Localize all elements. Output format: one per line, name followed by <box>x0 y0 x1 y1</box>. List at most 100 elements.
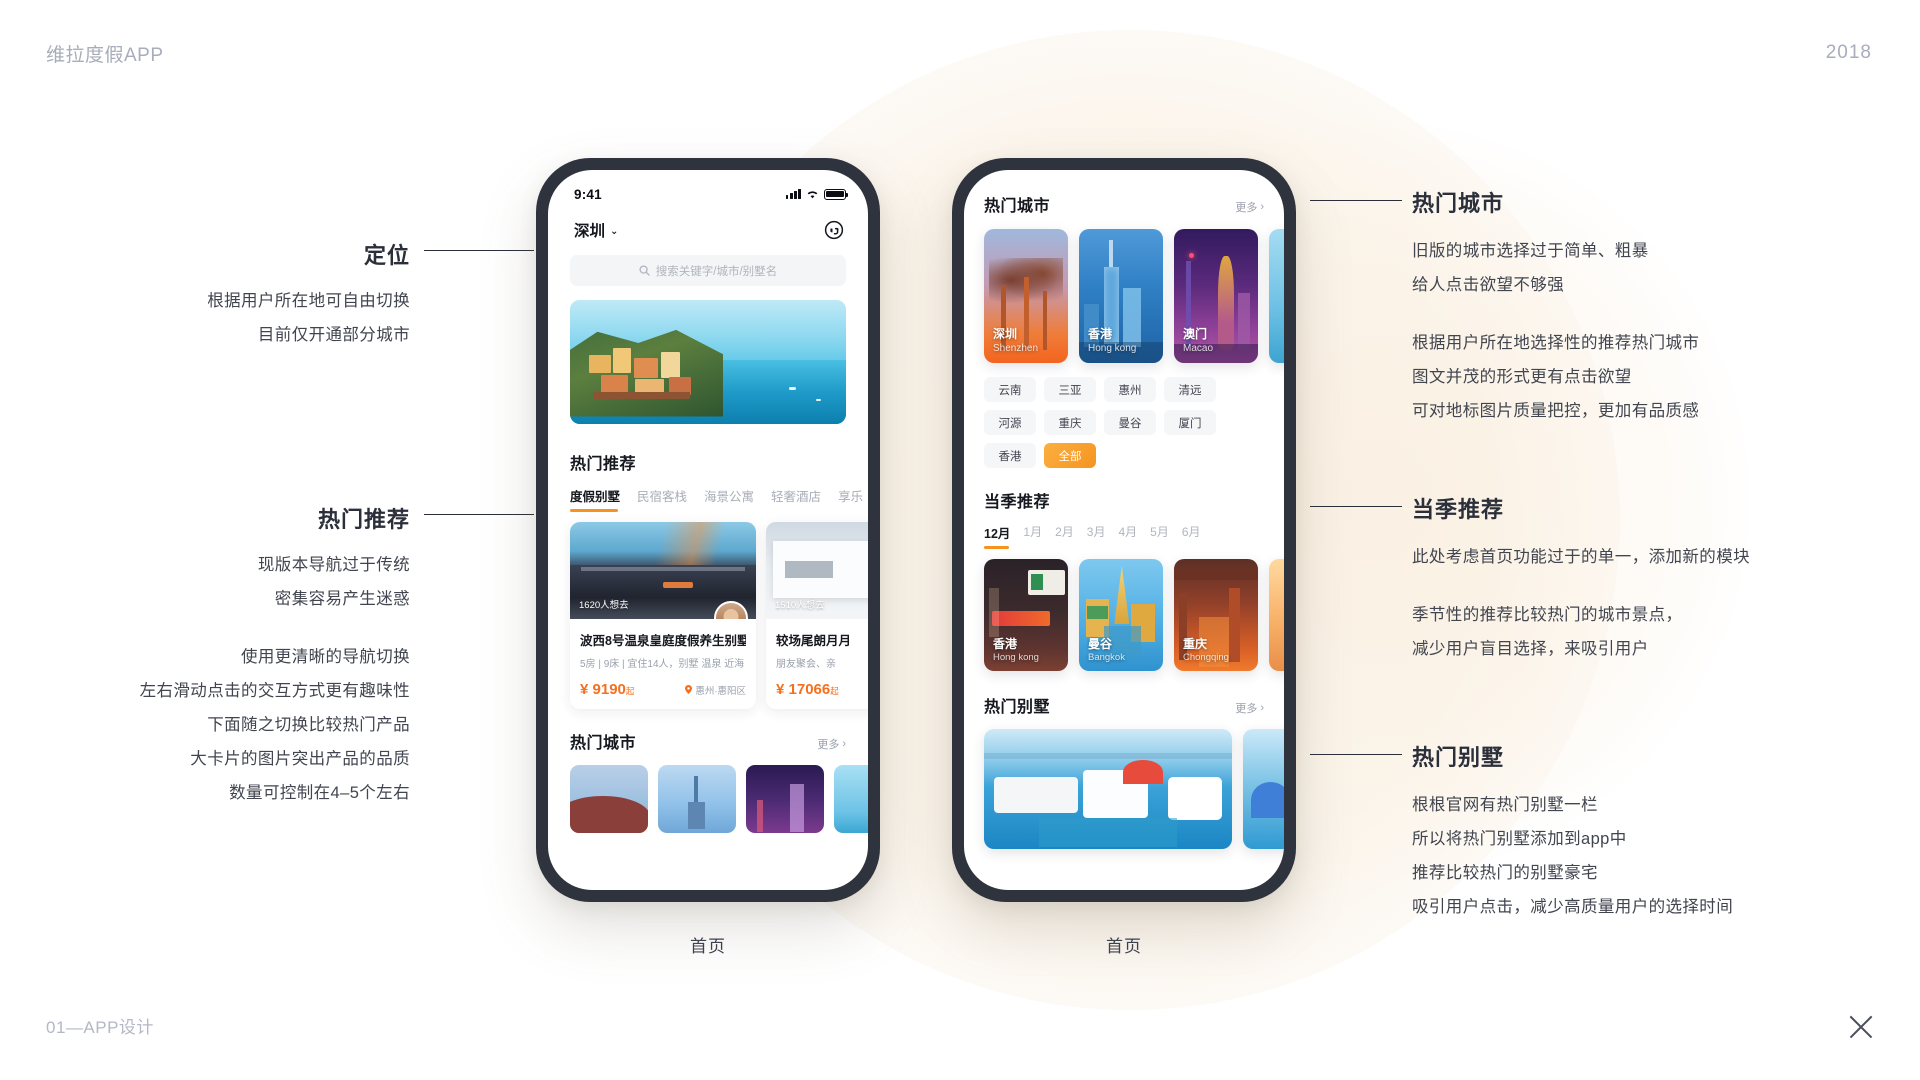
city-chip-qingyuan[interactable]: 清远 <box>1164 377 1216 402</box>
city-chip-huizhou[interactable]: 惠州 <box>1104 377 1156 402</box>
month-tab-3[interactable]: 3月 <box>1087 523 1106 549</box>
hot-city-card[interactable] <box>1269 229 1284 363</box>
seasonal-card[interactable] <box>1269 559 1284 671</box>
hot-city-name-cn: 澳门 <box>1183 327 1208 341</box>
hot-recommend-tabs[interactable]: 度假别墅 民宿客栈 海景公寓 轻奢酒店 享乐 <box>548 474 868 512</box>
villa-card-list[interactable]: 1620人想去 波西8号温泉皇庭度假养生别墅 5房 | 9床 | 宜住14人，别… <box>548 512 868 709</box>
hot-city-card[interactable]: 香港 Hong kong <box>1079 229 1163 363</box>
city-chip-chongqing[interactable]: 重庆 <box>1044 410 1096 435</box>
leader-line-seasonal <box>1310 506 1402 507</box>
hot-city-name-cn: 深圳 <box>993 327 1018 341</box>
month-tab-6[interactable]: 6月 <box>1182 523 1201 549</box>
phone-2-screen: 热门城市 更多 › 深圳 Shenzhen 香港 Hong kong 澳门 Ma… <box>964 170 1284 890</box>
tab-duqiabieshu[interactable]: 度假别墅 <box>570 486 620 512</box>
annotation-paragraph: 现版本导航过于传统 密集容易产生迷惑 <box>257 556 410 608</box>
more-link[interactable]: 更多 › <box>1235 199 1264 215</box>
signal-bars-icon <box>785 189 801 199</box>
search-input[interactable]: 搜索关键字/城市/别墅名 <box>570 255 846 286</box>
more-link[interactable]: 更多 › <box>1235 700 1264 716</box>
city-chip-xiamen[interactable]: 厦门 <box>1164 410 1216 435</box>
more-label: 更多 <box>1235 703 1258 715</box>
hero-banner[interactable] <box>570 300 846 424</box>
month-tab-12[interactable]: 12月 <box>984 523 1010 549</box>
seasonal-city-cn: 香港 <box>993 637 1018 651</box>
more-link[interactable]: 更多 › <box>817 736 846 752</box>
city-thumb[interactable] <box>746 765 824 833</box>
villa-card[interactable]: 1620人想去 波西8号温泉皇庭度假养生别墅 5房 | 9床 | 宜住14人，别… <box>570 522 756 709</box>
villa-attributes: 5房 | 9床 | 宜住14人，别墅 温泉 近海 <box>580 659 745 670</box>
city-chip-list[interactable]: 云南 三亚 惠州 清远 河源 重庆 曼谷 厦门 香港 全部 <box>964 363 1284 468</box>
leader-line-hot-villas <box>1310 754 1402 755</box>
slide-canvas: 维拉度假APP 2018 01—APP设计 定位 根据用户所在地可自由切换 目前… <box>0 0 1920 1080</box>
city-thumb[interactable] <box>658 765 736 833</box>
leader-line-hot-recommend <box>424 514 534 515</box>
city-chip-bangkok[interactable]: 曼谷 <box>1104 410 1156 435</box>
annotation-right-hot-villas: 热门别墅 根根官网有热门别墅一栏 所以将热门别墅添加到app中 推荐比较热门的别… <box>1412 740 1842 924</box>
villa-photo: 1620人想去 <box>570 522 756 619</box>
phone-2-caption: 首页 <box>1106 937 1142 956</box>
city-chip-heyuan[interactable]: 河源 <box>984 410 1036 435</box>
location-pin-icon <box>685 685 693 694</box>
seasonal-card[interactable]: 重庆 Chongqing <box>1174 559 1258 671</box>
villa-price-suffix: 起 <box>830 686 839 696</box>
seasonal-city-en: Chongqing <box>1183 652 1229 663</box>
annotation-paragraph: 季节性的推荐比较热门的城市景点， 减少用户盲目选择，来吸引用户 <box>1412 606 1683 658</box>
villa-location-label: 惠州·惠阳区 <box>695 685 746 697</box>
month-tab-5[interactable]: 5月 <box>1150 523 1169 549</box>
tab-qingshejiudian[interactable]: 轻奢酒店 <box>771 486 821 512</box>
city-chip-sanya[interactable]: 三亚 <box>1044 377 1096 402</box>
tab-minsukezhan[interactable]: 民宿客栈 <box>637 486 687 512</box>
seasonal-card[interactable]: 曼谷 Bangkok <box>1079 559 1163 671</box>
hot-villa-card[interactable] <box>984 729 1232 849</box>
hot-city-card[interactable]: 深圳 Shenzhen <box>984 229 1068 363</box>
month-tab-list[interactable]: 12月 1月 2月 3月 4月 5月 6月 <box>964 512 1284 549</box>
seasonal-card-list[interactable]: 香港 Hong kong 曼谷 Bangkok 重庆 Chongqing <box>964 549 1284 671</box>
location-selector[interactable]: 深圳 ⌄ <box>574 219 618 241</box>
tab-haijinggongyu[interactable]: 海景公寓 <box>704 486 754 512</box>
hot-villa-card[interactable] <box>1243 729 1284 849</box>
phone-1-caption: 首页 <box>690 937 726 956</box>
villa-card[interactable]: 1510人想去 较场尾朗月月 朋友聚会、亲 ¥ 17066起 <box>766 522 868 709</box>
section-title: 热门推荐 <box>570 456 637 473</box>
city-thumb-list[interactable] <box>548 753 868 833</box>
annotation-left-locate: 定位 根据用户所在地可自由切换 目前仅开通部分城市 <box>120 238 410 352</box>
hot-villa-card-list[interactable] <box>964 717 1284 849</box>
month-tab-4[interactable]: 4月 <box>1118 523 1137 549</box>
annotation-heading: 热门城市 <box>1412 191 1505 216</box>
hot-city-name-en: Macao <box>1183 343 1214 354</box>
villa-price-value: ¥ 9190 <box>580 681 626 698</box>
villa-price-value: ¥ 17066 <box>776 681 831 698</box>
annotation-right-seasonal: 当季推荐 此处考虑首页功能过于的单一，添加新的模块 季节性的推荐比较热门的城市景… <box>1412 492 1842 666</box>
headset-icon[interactable] <box>822 218 846 242</box>
seasonal-city-cn: 重庆 <box>1183 637 1208 651</box>
city-chip-yunnan[interactable]: 云南 <box>984 377 1036 402</box>
villa-price: ¥ 9190起 <box>580 681 634 698</box>
close-icon[interactable] <box>1844 1010 1878 1044</box>
city-thumb[interactable] <box>570 765 648 833</box>
annotation-heading: 热门别墅 <box>1412 745 1505 770</box>
hot-city-card[interactable]: 澳门 Macao <box>1174 229 1258 363</box>
hot-city-card-list[interactable]: 深圳 Shenzhen 香港 Hong kong 澳门 Macao <box>964 216 1284 363</box>
search-icon <box>639 265 650 276</box>
section-title: 热门城市 <box>984 198 1051 215</box>
tab-xiangle[interactable]: 享乐 <box>838 486 863 512</box>
chevron-right-icon: › <box>842 738 846 750</box>
city-chip-hongkong[interactable]: 香港 <box>984 443 1036 468</box>
leader-line-locate <box>424 250 534 251</box>
section-header-hot-recommend: 热门推荐 <box>548 424 868 474</box>
month-tab-2[interactable]: 2月 <box>1055 523 1074 549</box>
seasonal-card[interactable]: 香港 Hong kong <box>984 559 1068 671</box>
section-header-hot-cities: 热门城市 更多 › <box>548 709 868 753</box>
city-thumb[interactable] <box>834 765 868 833</box>
city-chip-all[interactable]: 全部 <box>1044 443 1096 468</box>
chevron-right-icon: › <box>1260 702 1264 714</box>
more-label: 更多 <box>817 739 840 751</box>
annotation-paragraph: 旧版的城市选择过于简单、粗暴 给人点击欲望不够强 <box>1412 242 1649 294</box>
annotation-heading: 定位 <box>363 243 410 268</box>
month-tab-1[interactable]: 1月 <box>1023 523 1042 549</box>
section-header-hot-cities: 热门城市 更多 › <box>964 170 1284 216</box>
hot-city-name-en: Shenzhen <box>993 343 1039 354</box>
villa-photo: 1510人想去 <box>766 522 868 619</box>
wifi-icon <box>806 189 819 199</box>
phone-1-screen: 9:41 深圳 ⌄ 搜索关键字/城市/别墅名 热门推荐 度假别墅 民宿客栈 海景… <box>548 170 868 890</box>
